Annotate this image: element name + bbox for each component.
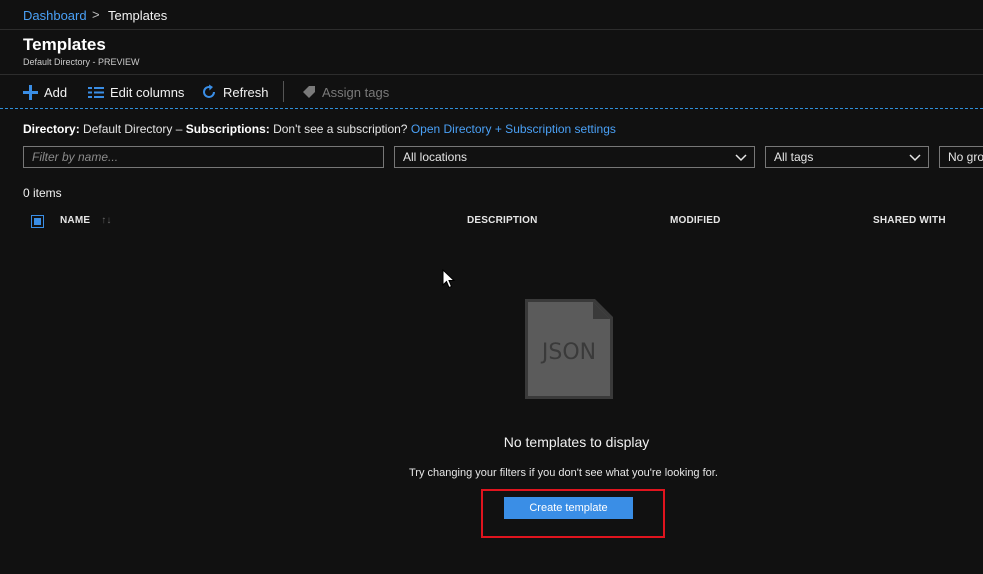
column-header-modified[interactable]: MODIFIED xyxy=(670,215,721,226)
tag-icon xyxy=(303,86,315,98)
locations-dropdown[interactable]: All locations xyxy=(394,146,755,168)
breadcrumb-current: Templates xyxy=(108,8,168,23)
grouping-value: No gro xyxy=(948,150,983,164)
column-header-shared-with[interactable]: SHARED WITH xyxy=(873,215,946,226)
locations-value: All locations xyxy=(403,150,468,164)
header-divider xyxy=(0,74,983,75)
chevron-down-icon xyxy=(909,154,921,162)
refresh-label: Refresh xyxy=(223,84,269,100)
empty-state-subtitle: Try changing your filters if you don't s… xyxy=(409,467,718,479)
plus-icon xyxy=(23,84,38,100)
chevron-down-icon xyxy=(735,154,747,162)
refresh-button[interactable]: Refresh xyxy=(201,82,269,102)
subscriptions-label: Subscriptions: xyxy=(185,122,270,136)
breadcrumb-separator: > xyxy=(92,7,100,22)
toolbar-divider xyxy=(0,108,983,109)
grouping-dropdown[interactable]: No gro xyxy=(939,146,983,168)
directory-info: Directory: Default Directory – Subscript… xyxy=(23,122,616,136)
refresh-icon xyxy=(203,84,215,98)
page-title: Templates xyxy=(23,35,106,54)
columns-icon xyxy=(88,86,104,98)
assign-tags-button[interactable]: Assign tags xyxy=(302,82,389,102)
add-button-label: Add xyxy=(44,84,68,100)
tags-dropdown[interactable]: All tags xyxy=(765,146,929,168)
add-button[interactable]: Add xyxy=(23,82,67,102)
select-all-checkbox[interactable] xyxy=(31,215,44,228)
column-name-label: NAME xyxy=(60,215,91,226)
filter-by-name-input[interactable]: Filter by name... xyxy=(23,146,384,168)
highlight-box xyxy=(481,489,665,538)
empty-state-title-text: No templates to display xyxy=(503,434,650,450)
edit-columns-label: Edit columns xyxy=(110,84,185,100)
json-icon-text: JSON xyxy=(540,340,596,365)
filter-placeholder: Filter by name... xyxy=(32,150,119,164)
column-header-description[interactable]: DESCRIPTION xyxy=(467,215,538,226)
assign-tags-label: Assign tags xyxy=(322,84,390,100)
subscriptions-value: Don't see a subscription? xyxy=(273,122,408,136)
mouse-cursor-icon xyxy=(442,269,456,289)
checkbox-indicator xyxy=(34,218,41,225)
column-header-name[interactable]: NAME ↑↓ xyxy=(60,215,112,226)
json-file-icon: JSON xyxy=(525,299,613,399)
tags-value: All tags xyxy=(774,150,814,164)
empty-state-title: No templates to display xyxy=(0,434,983,450)
page-subtitle: Default Directory - PREVIEW xyxy=(23,57,140,67)
breadcrumb-dashboard-link[interactable]: Dashboard xyxy=(23,8,87,23)
directory-label: Directory: xyxy=(23,122,80,136)
sort-icon: ↑↓ xyxy=(101,215,112,226)
directory-settings-link[interactable]: Open Directory + Subscription settings xyxy=(411,122,616,136)
edit-columns-button[interactable]: Edit columns xyxy=(88,82,184,102)
toolbar-separator xyxy=(283,81,284,102)
items-count: 0 items xyxy=(23,186,62,200)
directory-value: Default Directory – xyxy=(83,122,186,136)
